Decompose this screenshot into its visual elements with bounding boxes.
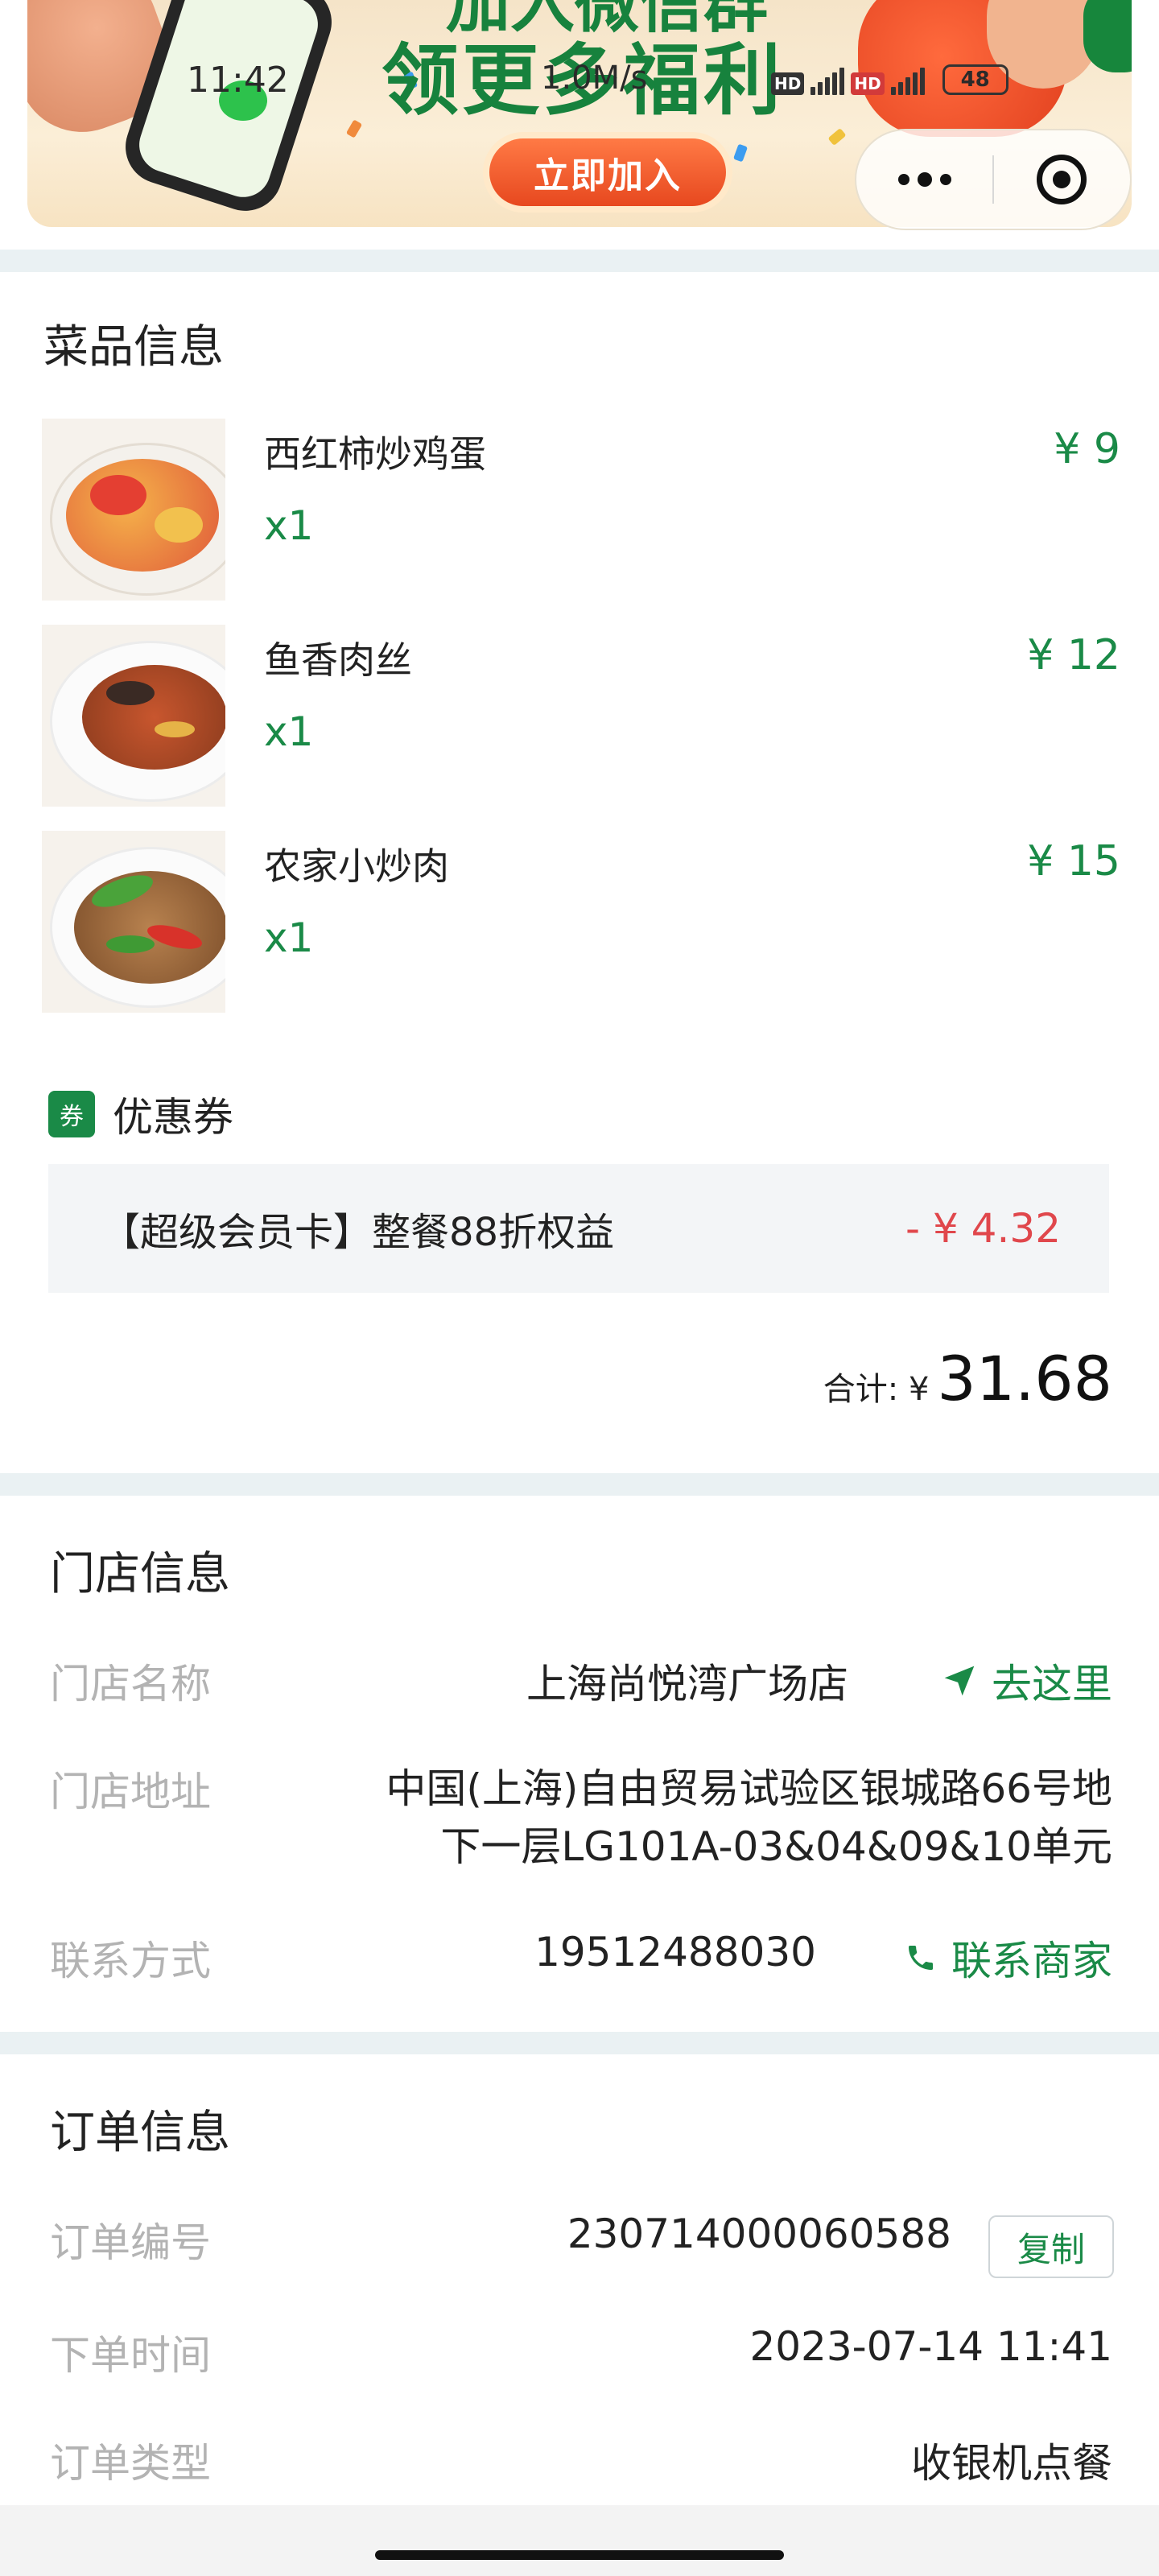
location-arrow-icon [944,1666,975,1696]
order-type-value: 收银机点餐 [911,2440,1112,2487]
phone-icon [909,1946,933,1970]
store-address-line: 下一层LG101A-03&04&09&10单元 [440,1823,1112,1870]
status-bar: 11:42 1.0M/s HD HD 48 [0,60,1159,101]
dish-name: 鱼香肉丝 [264,638,412,682]
signal-icon [810,68,845,95]
food-decor [155,507,203,543]
dish-name: 农家小炒肉 [264,844,449,888]
order-number-label: 订单编号 [50,2219,211,2266]
contact-phone: 19512488030 [534,1929,816,1975]
navigate-link[interactable]: 去这里 [942,1652,1112,1710]
store-address-value: 中国(上海)自由贸易试验区银城路66号地 下一层LG101A-03&04&09&… [386,1760,1112,1876]
dish-price: ¥ 15 [1027,837,1120,886]
dish-image [42,831,225,1013]
order-time-label: 下单时间 [50,2332,211,2379]
more-dots-icon[interactable] [856,130,992,229]
copy-order-number-button[interactable]: 复制 [988,2215,1114,2278]
total-label: 合计: ¥ [823,1371,930,1408]
section-separator [0,250,1159,272]
dish-item: 西红柿炒鸡蛋 x1 ¥ 9 [42,419,1120,601]
coupon-discount: - ¥ 4.32 [905,1205,1061,1252]
order-type-label: 订单类型 [50,2440,211,2487]
dish-qty: x1 [264,502,314,549]
close-target-icon[interactable] [994,130,1130,229]
order-total: 合计: ¥ 31.68 [823,1343,1112,1414]
dish-image [42,419,225,601]
status-time: 11:42 [187,60,289,101]
dish-name: 西红柿炒鸡蛋 [264,432,486,476]
coupon-title: 优惠券 [113,1094,233,1141]
contact-merchant-label: 联系商家 [951,1938,1112,1984]
coupon-header: 券 优惠券 [48,1085,233,1143]
dishes-section-title: 菜品信息 [43,321,224,374]
order-section-title: 订单信息 [50,2107,230,2159]
hd-badge: HD [851,72,885,95]
confetti-decor [827,127,847,147]
total-value: 31.68 [937,1343,1112,1414]
store-address-label: 门店地址 [50,1769,211,1815]
confetti-decor [345,119,363,138]
contact-label: 联系方式 [50,1938,211,1984]
store-name-label: 门店名称 [50,1661,211,1707]
store-section-title: 门店信息 [50,1548,230,1600]
dish-image [42,625,225,807]
coupon-icon: 券 [48,1091,95,1137]
food-decor [82,665,225,770]
hd-badge: HD [771,72,805,95]
section-separator [0,2032,1159,2054]
status-network-speed: 1.0M/s [541,60,648,97]
dish-qty: x1 [264,708,314,755]
food-decor [155,721,195,737]
home-indicator[interactable] [375,2550,784,2560]
bottom-strip [0,2505,1159,2576]
dish-price: ¥ 9 [1054,425,1120,473]
section-separator [0,1473,1159,1496]
order-time-value: 2023-07-14 11:41 [749,2323,1112,2370]
store-name-value: 上海尚悦湾广场店 [526,1661,848,1707]
dish-item: 农家小炒肉 x1 ¥ 15 [42,831,1120,1013]
coupon-row: 【超级会员卡】整餐88折权益 - ¥ 4.32 [48,1164,1109,1293]
order-number-value: 230714000060588 [567,2211,951,2257]
contact-merchant-link[interactable]: 联系商家 [905,1929,1112,1987]
status-icons: HD HD 48 [771,64,1008,95]
navigate-label: 去这里 [992,1661,1112,1707]
confetti-decor [732,143,749,163]
join-group-button[interactable]: 立即加入 [483,132,732,213]
signal-icon [890,68,925,95]
battery-indicator: 48 [942,64,1008,95]
coupon-name: 【超级会员卡】整餐88折权益 [101,1210,615,1255]
food-decor [106,935,155,953]
miniprogram-capsule [855,129,1132,230]
dish-item: 鱼香肉丝 x1 ¥ 12 [42,625,1120,807]
dish-price: ¥ 12 [1027,631,1120,679]
food-decor [90,475,146,515]
dish-qty: x1 [264,914,314,961]
food-decor [106,681,155,705]
store-address-line: 中国(上海)自由贸易试验区银城路66号地 [386,1765,1112,1812]
